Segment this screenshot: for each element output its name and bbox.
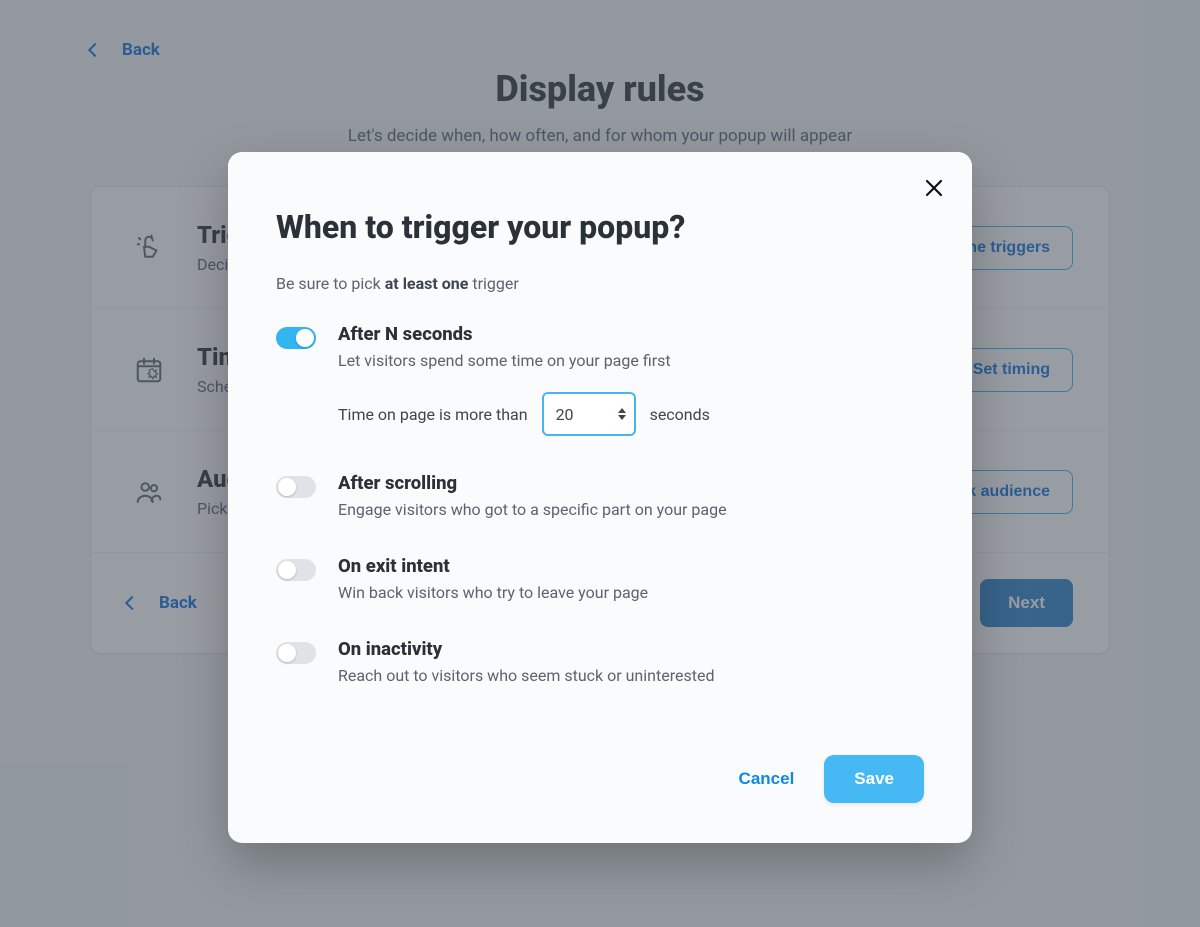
toggle-exit-intent[interactable] [276,559,316,581]
toggle-after-scrolling[interactable] [276,476,316,498]
option-desc: Let visitors spend some time on your pag… [338,351,710,370]
save-button[interactable]: Save [824,755,924,803]
option-desc: Engage visitors who got to a specific pa… [338,500,727,519]
trigger-modal: When to trigger your popup? Be sure to p… [228,152,972,843]
modal-footer: Cancel Save [276,755,924,803]
option-exit-intent: On exit intent Win back visitors who try… [276,555,924,602]
toggle-after-seconds[interactable] [276,327,316,349]
option-desc: Win back visitors who try to leave your … [338,583,648,602]
option-after-seconds: After N seconds Let visitors spend some … [276,323,924,436]
seconds-input[interactable]: 20 [542,392,636,436]
step-down-button[interactable] [618,415,626,420]
close-icon [925,179,943,197]
toggle-inactivity[interactable] [276,642,316,664]
option-title: On inactivity [338,638,714,660]
option-after-scrolling: After scrolling Engage visitors who got … [276,472,924,519]
option-title: On exit intent [338,555,648,577]
stepper-icon [618,408,626,420]
modal-title: When to trigger your popup? [276,208,924,246]
modal-subtitle: Be sure to pick at least one trigger [276,274,924,293]
option-inactivity: On inactivity Reach out to visitors who … [276,638,924,685]
close-button[interactable] [920,174,948,202]
option-title: After N seconds [338,323,710,345]
cancel-button[interactable]: Cancel [739,769,795,789]
seconds-value: 20 [556,405,574,424]
seconds-pre: Time on page is more than [338,405,528,424]
seconds-post: seconds [650,405,710,424]
step-up-button[interactable] [618,408,626,413]
option-title: After scrolling [338,472,727,494]
option-desc: Reach out to visitors who seem stuck or … [338,666,714,685]
seconds-row: Time on page is more than 20 seconds [338,392,710,436]
